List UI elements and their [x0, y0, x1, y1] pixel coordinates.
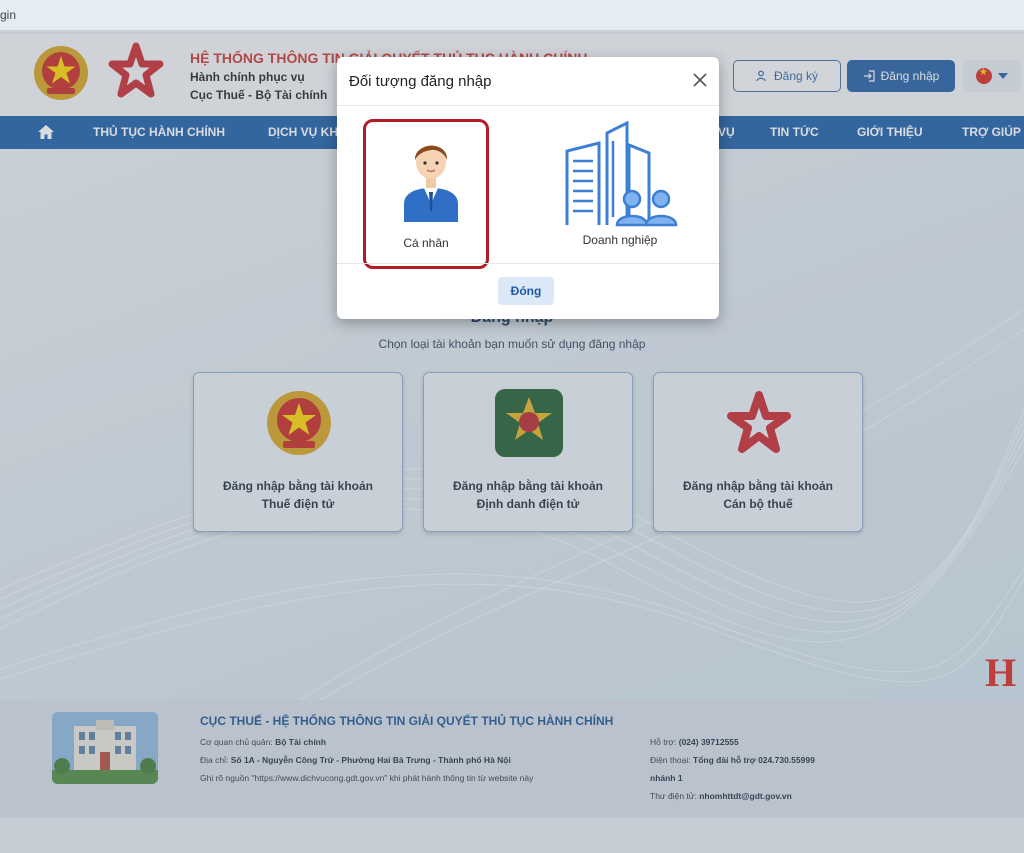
- option-ca-nhan[interactable]: Cá nhân: [363, 119, 489, 269]
- browser-address-bar[interactable]: gin: [0, 0, 1024, 32]
- modal-title: Đối tượng đăng nhập: [349, 73, 492, 90]
- address-text: gin: [0, 8, 17, 22]
- divider: [337, 263, 719, 264]
- option-label-ca-nhan: Cá nhân: [403, 236, 449, 250]
- option-label-doanh-nghiep: Doanh nghiệp: [582, 233, 658, 247]
- option-doanh-nghiep[interactable]: Doanh nghiệp: [555, 119, 685, 249]
- close-button[interactable]: Đóng: [498, 277, 554, 305]
- building-icon: [565, 121, 678, 227]
- close-icon[interactable]: [692, 72, 708, 88]
- person-icon: [404, 145, 458, 222]
- login-type-modal: Đối tượng đăng nhập Cá nhân Doanh nghiệp…: [337, 57, 719, 319]
- divider: [337, 105, 719, 106]
